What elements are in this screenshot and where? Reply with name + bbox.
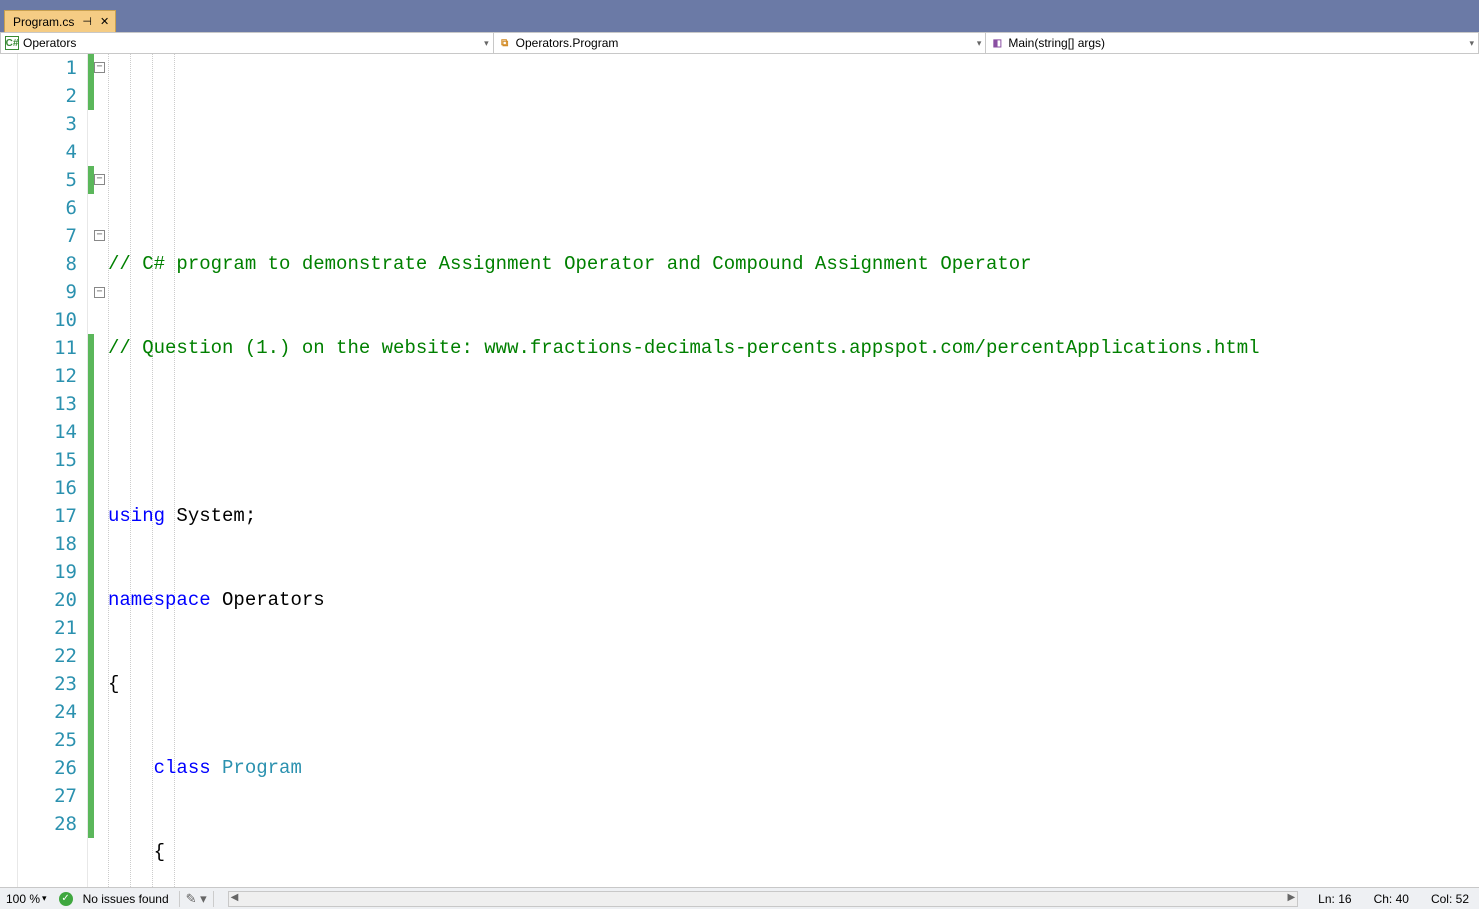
fold-toggle[interactable]: −	[94, 62, 105, 73]
line-number: 1	[18, 54, 77, 82]
zoom-label: 100 %	[6, 892, 40, 906]
line-number: 19	[18, 558, 77, 586]
check-icon: ✓	[59, 892, 73, 906]
line-indicator[interactable]: Ln: 16	[1312, 892, 1357, 906]
char-indicator[interactable]: Ch: 40	[1368, 892, 1415, 906]
line-number: 16	[18, 474, 77, 502]
code-line: using System;	[108, 502, 1479, 530]
horizontal-scrollbar[interactable]	[228, 891, 1299, 907]
file-tab-label: Program.cs	[13, 15, 74, 29]
line-number: 21	[18, 614, 77, 642]
line-number: 3	[18, 110, 77, 138]
nav-method-label: Main(string[] args)	[1008, 36, 1105, 50]
fold-toggle[interactable]: −	[94, 287, 105, 298]
line-number: 8	[18, 250, 77, 278]
line-number: 12	[18, 362, 77, 390]
file-tab-row: Program.cs ⊣ ✕	[0, 8, 1479, 32]
code-line: class Program	[108, 754, 1479, 782]
navigation-bar: C# Operators ▾ ⧉ Operators.Program ▾ ◧ M…	[0, 32, 1479, 54]
line-number: 10	[18, 306, 77, 334]
chevron-down-icon: ▾	[42, 893, 47, 904]
code-line: {	[108, 838, 1479, 866]
issues-label[interactable]: No issues found	[83, 892, 169, 906]
line-number: 13	[18, 390, 77, 418]
code-editor[interactable]: 1234567891011121314151617181920212223242…	[0, 54, 1479, 887]
pin-icon[interactable]: ⊣	[82, 15, 92, 28]
code-line: // C# program to demonstrate Assignment …	[108, 250, 1479, 278]
code-line	[108, 418, 1479, 446]
method-icon: ◧	[990, 36, 1004, 50]
line-number-gutter: 1234567891011121314151617181920212223242…	[18, 54, 88, 887]
window-titlebar	[0, 0, 1479, 8]
line-number: 14	[18, 418, 77, 446]
line-number: 22	[18, 642, 77, 670]
line-number: 24	[18, 698, 77, 726]
chevron-down-icon: ▾	[1469, 38, 1474, 49]
line-number: 20	[18, 586, 77, 614]
file-tab-program[interactable]: Program.cs ⊣ ✕	[4, 10, 116, 32]
line-number: 7	[18, 222, 77, 250]
chevron-down-icon: ▾	[977, 38, 982, 49]
line-number: 18	[18, 530, 77, 558]
nav-namespace-dropdown[interactable]: C# Operators ▾	[1, 33, 494, 53]
zoom-dropdown[interactable]: 100 % ▾	[4, 892, 49, 906]
nav-class-label: Operators.Program	[516, 36, 619, 50]
code-text-area[interactable]: // C# program to demonstrate Assignment …	[106, 54, 1479, 887]
code-line: // Question (1.) on the website: www.fra…	[108, 334, 1479, 362]
line-number: 27	[18, 782, 77, 810]
code-line: namespace Operators	[108, 586, 1479, 614]
line-number: 4	[18, 138, 77, 166]
code-line: {	[108, 670, 1479, 698]
outlining-margin[interactable]: − − − −	[94, 54, 106, 887]
line-number: 25	[18, 726, 77, 754]
screwdriver-icon[interactable]: ✎ ▾	[179, 891, 214, 907]
line-number: 5	[18, 166, 77, 194]
line-number: 23	[18, 670, 77, 698]
line-number: 17	[18, 502, 77, 530]
indicator-margin	[0, 54, 18, 887]
line-number: 6	[18, 194, 77, 222]
line-number: 15	[18, 446, 77, 474]
line-number: 9	[18, 278, 77, 306]
csharp-icon: C#	[5, 36, 19, 50]
nav-method-dropdown[interactable]: ◧ Main(string[] args) ▾	[986, 33, 1478, 53]
status-bar: 100 % ▾ ✓ No issues found ✎ ▾ Ln: 16 Ch:…	[0, 887, 1479, 909]
nav-class-dropdown[interactable]: ⧉ Operators.Program ▾	[494, 33, 987, 53]
nav-namespace-label: Operators	[23, 36, 76, 50]
col-indicator[interactable]: Col: 52	[1425, 892, 1475, 906]
fold-toggle[interactable]: −	[94, 230, 105, 241]
line-number: 28	[18, 810, 77, 838]
chevron-down-icon: ▾	[484, 38, 489, 49]
line-number: 11	[18, 334, 77, 362]
class-icon: ⧉	[498, 36, 512, 50]
line-number: 26	[18, 754, 77, 782]
line-number: 2	[18, 82, 77, 110]
close-icon[interactable]: ✕	[100, 15, 109, 28]
fold-toggle[interactable]: −	[94, 174, 105, 185]
